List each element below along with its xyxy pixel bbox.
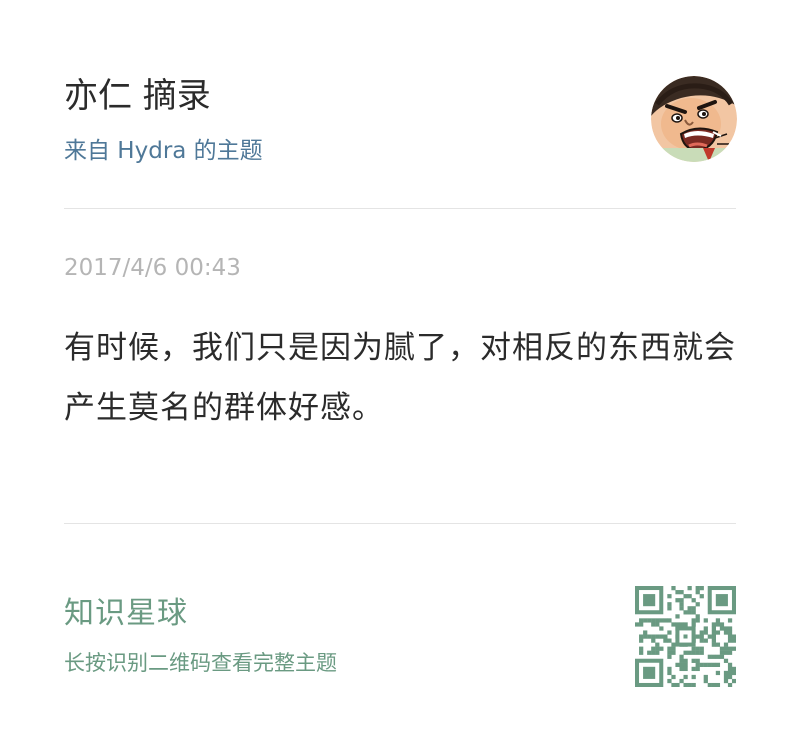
cartoon-face-icon [651,76,737,162]
post-content: 有时候，我们只是因为腻了，对相反的东西就会产生莫名的群体好感。 [64,330,736,426]
avatar[interactable] [651,76,737,162]
share-card: 亦仁 摘录 来自 Hydra 的主题 2017/4/6 00:43 有时候，我们… [0,0,800,749]
brand-name: 知识星球 [64,596,188,631]
header-divider [64,208,736,209]
qr-hint-text: 长按识别二维码查看完整主题 [64,651,337,675]
post-timestamp: 2017/4/6 00:43 [64,255,241,281]
qr-code-icon[interactable] [635,586,737,688]
author-title: 亦仁 摘录 [64,76,211,116]
qr-code-graphic [635,586,737,688]
footer-divider [64,523,736,524]
source-topic-link[interactable]: 来自 Hydra 的主题 [64,136,263,166]
